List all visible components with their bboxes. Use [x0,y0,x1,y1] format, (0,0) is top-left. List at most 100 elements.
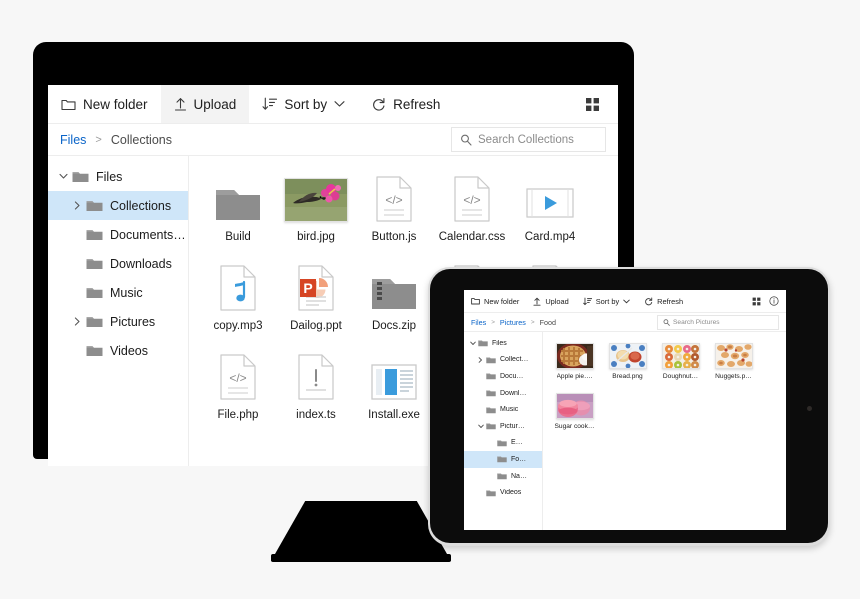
file-name: Doughnut… [662,373,699,380]
folder-icon [497,472,511,480]
tree-item-food[interactable]: Fo… [464,451,542,468]
address-bar: Files > Collections Search Collections [48,124,618,156]
chevron-down-icon [623,299,630,304]
grid-view-toggle-button[interactable] [747,290,766,312]
code-file-icon: </> [220,348,256,400]
file-tile[interactable]: copy.mp3 [199,259,277,332]
upload-button[interactable]: Upload [526,290,575,312]
chevron-right-icon[interactable] [68,201,86,210]
upload-icon [533,297,541,306]
new-folder-button[interactable]: New folder [464,290,526,312]
tree-item-pictures[interactable]: Pictures [48,307,188,336]
new-folder-icon [61,98,76,111]
breadcrumb-item-food[interactable]: Food [540,318,556,327]
sort-icon [262,97,278,111]
file-tile[interactable]: Docs.zip [355,259,433,332]
folder-icon [478,339,492,347]
refresh-label: Refresh [393,96,441,112]
refresh-button[interactable]: Refresh [358,85,453,123]
breadcrumb-item-collections[interactable]: Collections [111,133,172,147]
file-name: index.ts [296,409,336,421]
address-bar: Files > Pictures > Food Search Pictures [464,313,786,332]
chevron-right-icon[interactable] [68,317,86,326]
grid-view-toggle-button[interactable] [572,85,618,123]
search-box[interactable]: Search Pictures [657,314,779,330]
powerpoint-file-icon: P [298,259,334,311]
chevron-right-icon[interactable] [475,357,486,363]
tree-item-music[interactable]: Music [48,278,188,307]
file-tile[interactable]: Build [199,170,277,243]
file-tile[interactable]: Sugar cook… [548,389,601,430]
svg-text:P: P [303,280,312,296]
new-folder-button[interactable]: New folder [48,85,161,123]
breadcrumb: Files > Pictures > Food [471,318,657,327]
tree-item-documents[interactable]: Docu… [464,368,542,385]
image-thumbnail-macarons [555,389,594,419]
file-tile[interactable]: </> File.php [199,348,277,421]
tree-item-label: Pictures [110,314,156,329]
file-tile[interactable]: Doughnut… [654,339,707,380]
breadcrumb-separator: > [491,318,495,326]
file-tile[interactable]: P Dailog.ppt [277,259,355,332]
file-tile[interactable]: Nuggets.p… [707,339,760,380]
breadcrumb-item-files[interactable]: Files [60,133,86,147]
chevron-down-icon[interactable] [467,341,478,346]
breadcrumb-item-files[interactable]: Files [471,318,486,327]
search-icon [460,134,472,146]
breadcrumb-separator: > [95,133,102,146]
chevron-down-icon[interactable] [54,173,72,180]
search-box[interactable]: Search Collections [451,127,606,152]
search-input[interactable]: Search Pictures [673,319,720,326]
chevron-down-icon [334,100,345,108]
info-button[interactable] [766,290,786,312]
tree-item-label: Collect… [500,356,529,364]
file-name: Install.exe [368,409,420,421]
file-tile[interactable]: Apple pie…. [548,339,601,380]
file-name: Bread.png [612,373,643,380]
file-name: copy.mp3 [213,320,263,332]
refresh-button[interactable]: Refresh [637,290,690,312]
sort-icon [582,297,592,306]
chevron-down-icon[interactable] [475,424,486,429]
file-tile[interactable]: </> Calendar.css [433,170,511,243]
breadcrumb-item-pictures[interactable]: Pictures [500,318,526,327]
tree-item-label: Videos [500,489,522,497]
file-name: Docs.zip [371,320,417,332]
file-tile[interactable]: Install.exe [355,348,433,421]
search-input[interactable]: Search Collections [478,134,574,146]
file-tile[interactable]: Bread.png [601,339,654,380]
folder-icon [497,439,511,447]
sort-by-button[interactable]: Sort by [576,290,637,312]
file-name: Apple pie…. [556,373,593,380]
tree-item-label: Downloads [110,256,172,271]
image-thumbnail-bread [608,339,647,369]
sort-by-label: Sort by [595,296,620,306]
file-name: Build [225,231,251,243]
tree-item-documents[interactable]: Documents… [48,220,188,249]
tree-item-pictures[interactable]: Pictur… [464,418,542,435]
file-tile[interactable]: bird.jpg [277,170,355,243]
tree-item-collections[interactable]: Collect… [464,352,542,369]
file-tile[interactable]: index.ts [277,348,355,421]
upload-label: Upload [545,296,569,306]
tree-item-music[interactable]: Music [464,401,542,418]
tree-item-downloads[interactable]: Downloads [48,249,188,278]
sort-by-button[interactable]: Sort by [249,85,358,123]
file-name: bird.jpg [297,231,335,243]
tree-item-label: Collections [110,198,172,213]
tree-item-videos[interactable]: Videos [464,484,542,501]
tree-item-label: Downl… [500,389,527,397]
folder-icon [86,315,110,328]
tablet-device: New folder Upload Sort by Refresh Files … [428,267,830,546]
tree-item-events[interactable]: E… [464,435,542,452]
tree-item-videos[interactable]: Videos [48,336,188,365]
tree-item-files[interactable]: Files [48,162,188,191]
tree-item-downloads[interactable]: Downl… [464,385,542,402]
file-tile[interactable]: </> Button.js [355,170,433,243]
upload-button[interactable]: Upload [160,85,250,123]
tree-item-collections[interactable]: Collections [48,191,188,220]
svg-text:</>: </> [229,371,246,385]
tree-item-nature[interactable]: Na… [464,468,542,485]
tree-item-files[interactable]: Files [464,335,542,352]
file-tile[interactable]: Card.mp4 [511,170,589,243]
